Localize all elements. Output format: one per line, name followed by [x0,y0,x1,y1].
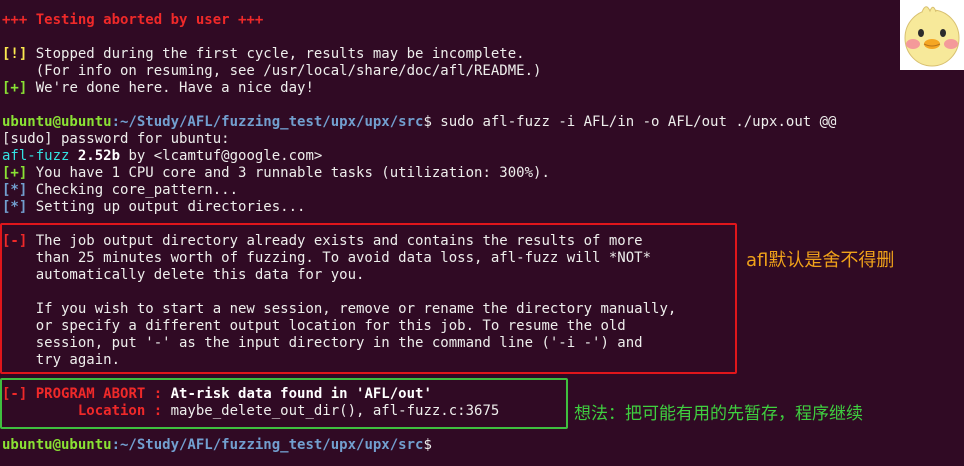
setup-line: [*] Setting up output directories... [2,199,306,215]
ok-tag: [+] [2,80,28,96]
abort-highlight-box [0,378,568,429]
error-highlight-box [0,223,737,374]
afl-banner-line: afl-fuzz 2.52b by <lcamtuf@google.com> [2,148,323,164]
core-pattern-line: [*] Checking core_pattern... [2,182,239,198]
final-prompt-line[interactable]: ubuntu@ubuntu:~/Study/AFL/fuzzing_test/u… [2,437,964,454]
annotation-delete-note: afl默认是舍不得删 [746,250,895,271]
prompt-user: ubuntu@ubuntu [2,114,112,130]
done-line: [+] We're done here. Have a nice day! [2,80,314,96]
resume-info-line: (For info on resuming, see /usr/local/sh… [2,63,542,79]
prompt-path: :~/Study/AFL/fuzzing_test/upx/upx/src [111,114,424,130]
stopped-line: [!] Stopped during the first cycle, resu… [2,46,525,62]
cpu-line: [+] You have 1 CPU core and 3 runnable t… [2,165,550,181]
sudo-prompt-line: [sudo] password for ubuntu: [2,131,230,147]
command-text: $ sudo afl-fuzz -i AFL/in -o AFL/out ./u… [423,114,837,130]
warning-tag: [!] [2,46,28,62]
aborted-line: +++ Testing aborted by user +++ [2,12,264,28]
command-line: ubuntu@ubuntu:~/Study/AFL/fuzzing_test/u… [2,114,964,131]
annotation-idea-note: 想法：把可能有用的先暂存，程序继续 [574,404,863,424]
duck-sticker-image [900,0,964,70]
